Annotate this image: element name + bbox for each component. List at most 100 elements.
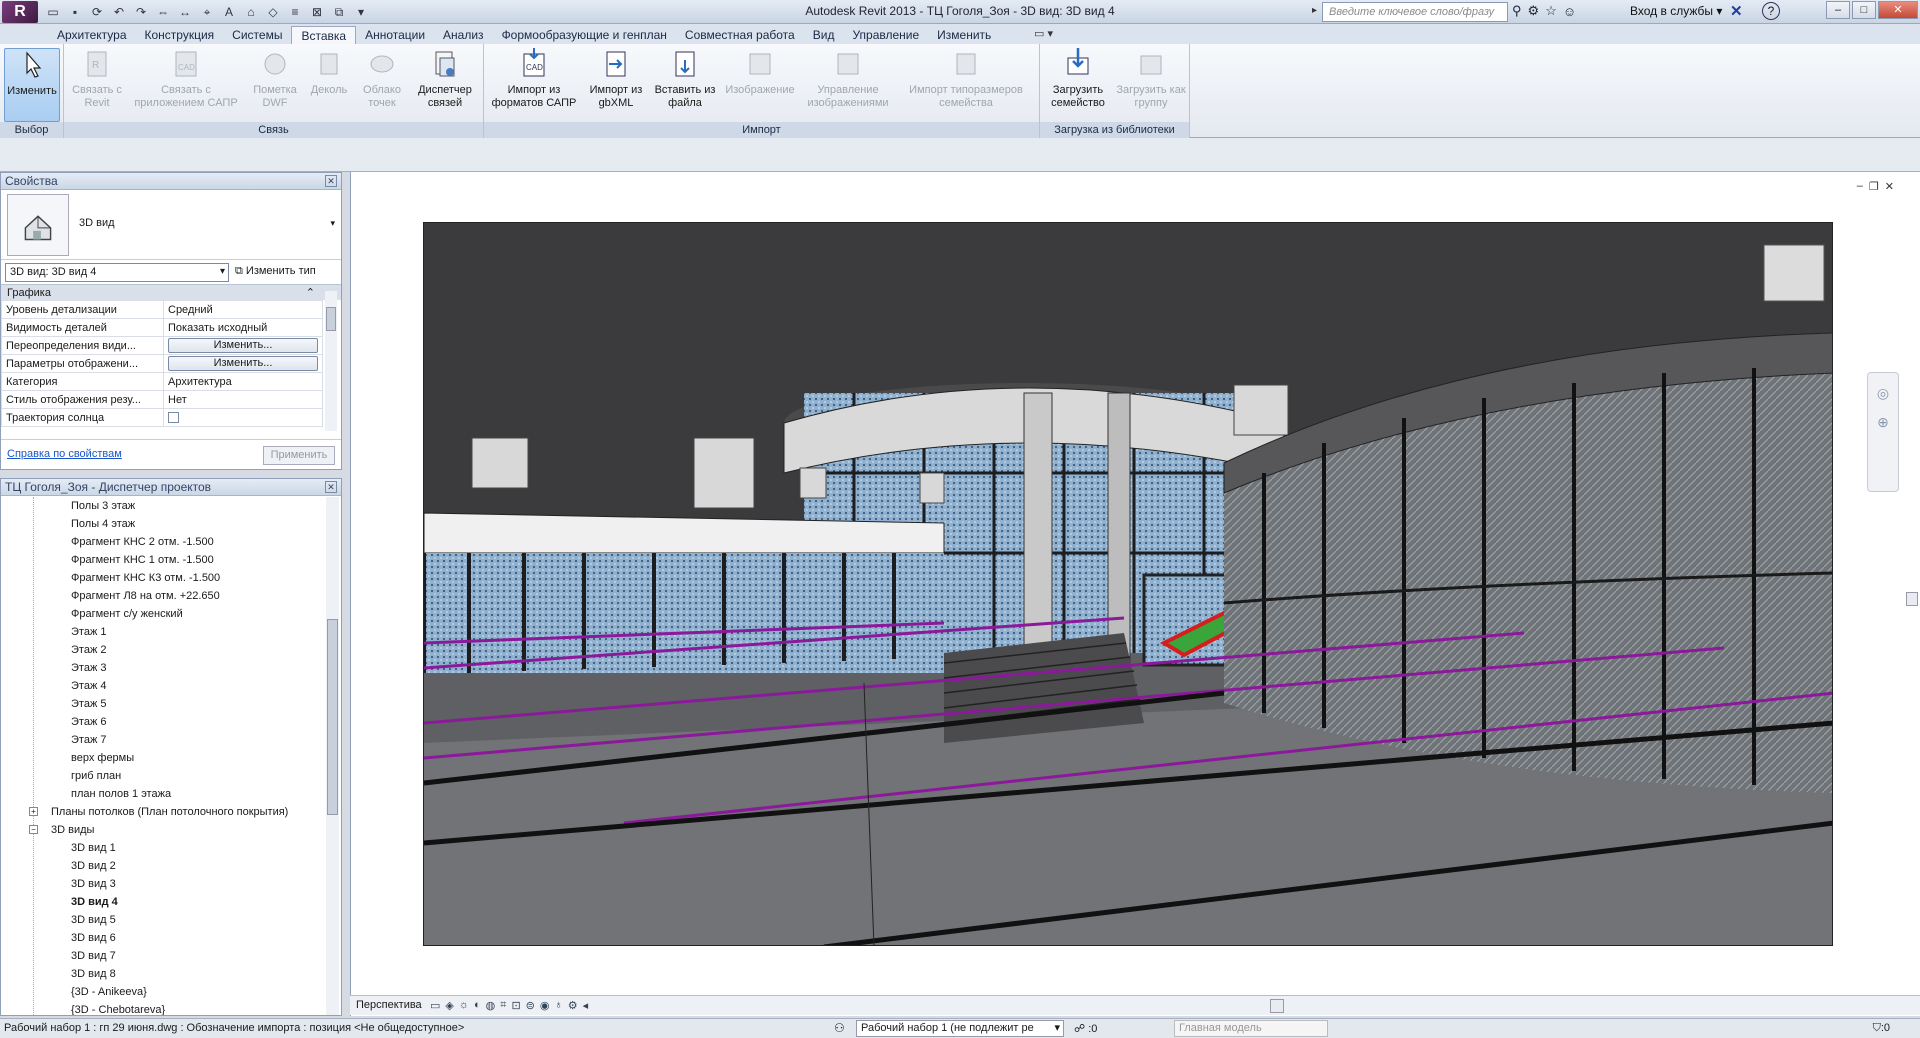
reveal-hidden-icon[interactable]: ♁ [554,999,562,1012]
import-cad-button[interactable]: CAD Импорт из форматов САПР [488,48,580,110]
active-workset-select[interactable]: Рабочий набор 1 (не подлежит ре [856,1020,1064,1037]
show-crop-icon[interactable]: ⊡ [511,999,520,1012]
property-value[interactable]: Средний [168,304,213,316]
browser-tree-item[interactable]: Фрагмент КНС К3 отм. -1.500 [1,569,327,587]
modify-button[interactable]: Изменить [4,48,60,122]
browser-tree-item[interactable]: + Планы потолков (План потолочного покрыт… [1,803,327,821]
browser-tree-item[interactable]: {3D - Chebotareva} [1,1001,327,1015]
subscription-icon[interactable]: ⚙ [1528,3,1540,19]
browser-tree-item[interactable]: 3D вид 8 [1,965,327,983]
minimize-icon[interactable]: – [1826,1,1850,19]
render-icon[interactable]: ◍ [486,999,496,1012]
design-option-select[interactable]: Главная модель [1174,1020,1328,1037]
ribbon-tab[interactable]: Системы [223,26,291,44]
browser-tree-item[interactable]: 3D вид 1 [1,839,327,857]
star-icon[interactable]: ☆ [1545,3,1557,19]
insert-from-file-button[interactable]: Вставить из файла [652,48,718,110]
load-as-group-button[interactable]: Загрузить как группу [1114,48,1188,110]
ribbon-tab[interactable]: Управление [843,26,928,44]
ribbon-tab[interactable]: Конструкция [136,26,224,44]
edit-type-button[interactable]: ⧉ Изменить тип [235,265,316,278]
ribbon-tab[interactable]: Архитектура [48,26,136,44]
shadows-icon[interactable]: ◐ [474,999,481,1012]
manage-images-button[interactable]: Управление изображениями [802,48,894,110]
browser-tree-item[interactable]: Этаж 3 [1,659,327,677]
exchange-icon[interactable]: ✕ [1730,2,1743,20]
browser-tree-item[interactable]: − 3D виды [1,821,327,839]
properties-help-link[interactable]: Справка по свойствам [7,448,122,460]
browser-scrollbar[interactable] [326,497,339,1015]
close-icon[interactable]: ✕ [325,481,337,493]
minimize-icon[interactable]: – [1857,180,1863,193]
browser-tree-item[interactable]: Фрагмент КНС 2 отм. -1.500 [1,533,327,551]
close-icon[interactable]: ✕ [1885,180,1894,193]
binoculars-icon[interactable]: ⚲ [1512,3,1522,19]
instance-filter-select[interactable]: 3D вид: 3D вид 4 [5,263,229,282]
detail-level-icon[interactable]: ▭ [430,999,440,1012]
browser-tree-item[interactable]: Этаж 2 [1,641,327,659]
dwf-markup-button[interactable]: Пометка DWF [248,48,302,110]
user-icon[interactable]: ☺ [1563,4,1576,19]
group-header-graphics[interactable]: Графика ⌃ [1,284,341,300]
selection-filter[interactable]: ⛉:0 [1873,1022,1890,1035]
browser-tree-item[interactable]: Этаж 4 [1,677,327,695]
browser-tree-item[interactable]: верх фермы [1,749,327,767]
ribbon-tab[interactable]: Аннотации [356,26,434,44]
property-value[interactable]: Нет [168,394,187,406]
ribbon-tab[interactable]: Изменить [928,26,1000,44]
decal-button[interactable]: Деколь [304,48,354,97]
steering-wheel-icon[interactable]: ◎ [1868,385,1898,402]
temporary-hide-icon[interactable]: ◉ [540,999,550,1012]
help-button[interactable]: ? [1762,2,1780,20]
browser-tree-item[interactable]: Этаж 6 [1,713,327,731]
ribbon-tab[interactable]: Анализ [434,26,493,44]
property-value[interactable]: Показать исходный [168,322,267,334]
manage-links-button[interactable]: Диспетчер связей [410,48,480,110]
crop-icon[interactable]: ⌗ [500,999,506,1012]
browser-tree-item[interactable]: план полов 1 этажа [1,785,327,803]
ribbon-tab[interactable]: Вид [804,26,844,44]
browser-tree-item[interactable]: гриб план [1,767,327,785]
restore-icon[interactable]: ❐ [1869,180,1879,193]
browser-tree-item[interactable]: Полы 3 этаж [1,497,327,515]
link-cad-button[interactable]: CAD Связать с приложением САПР [126,48,246,110]
browser-tree-item[interactable]: Этаж 1 [1,623,327,641]
view-vertical-scrollbar[interactable] [1906,182,1918,1012]
browser-tree-item[interactable]: Фрагмент с/у женский [1,605,327,623]
browser-tree-item[interactable]: 3D вид 2 [1,857,327,875]
edit-property-button[interactable]: Изменить... [168,356,318,371]
visual-style-icon[interactable]: ◈ [445,999,453,1012]
editing-requests-count[interactable]: ☍ :0 [1074,1022,1097,1035]
load-family-button[interactable]: Загрузить семейство [1044,48,1112,110]
browser-tree-item[interactable]: 3D вид 6 [1,929,327,947]
ribbon-minimize-toggle[interactable]: ▭ ▾ [1034,27,1053,40]
link-revit-button[interactable]: R Связать с Revit [68,48,126,110]
3d-perspective-canvas[interactable] [423,222,1833,946]
maximize-icon[interactable]: □ [1852,1,1876,19]
point-cloud-button[interactable]: Облако точек [356,48,408,110]
ribbon-tab[interactable]: Формообразующие и генплан [493,26,676,44]
browser-tree-item[interactable]: 3D вид 4 [1,893,327,911]
chevron-down-icon[interactable]: ▾ [330,218,335,229]
type-selector[interactable]: 3D вид ▾ [1,190,341,260]
browser-tree-item[interactable]: 3D вид 7 [1,947,327,965]
apply-button[interactable]: Применить [263,446,335,465]
browser-tree-item[interactable]: Фрагмент Л8 на отм. +22.650 [1,587,327,605]
browser-tree-item[interactable]: {3D - Anikeeva} [1,983,327,1001]
signin-button[interactable]: Вход в службы ▾ [1630,4,1722,18]
collapse-icon[interactable]: − [29,825,38,834]
import-family-types-button[interactable]: Импорт типоразмеров семейства [896,48,1036,110]
analytical-model-icon[interactable]: ⚙ [568,999,578,1012]
sun-path-icon[interactable]: ☼ [459,999,469,1012]
edit-property-button[interactable]: Изменить... [168,338,318,353]
view-horizontal-scrollbar[interactable] [1270,999,1284,1013]
browser-tree-item[interactable]: Фрагмент КНС 1 отм. -1.500 [1,551,327,569]
collapse-icon[interactable]: ⌃ [306,285,315,301]
ribbon-tab[interactable]: Вставка [291,26,357,44]
browser-tree-item[interactable]: 3D вид 5 [1,911,327,929]
scroll-left-icon[interactable]: ◂ [583,999,589,1012]
image-button[interactable]: Изображение [720,48,800,97]
browser-tree-item[interactable]: 3D вид 3 [1,875,327,893]
search-input[interactable]: Введите ключевое слово/фразу [1322,2,1508,22]
browser-tree-item[interactable]: Этаж 5 [1,695,327,713]
